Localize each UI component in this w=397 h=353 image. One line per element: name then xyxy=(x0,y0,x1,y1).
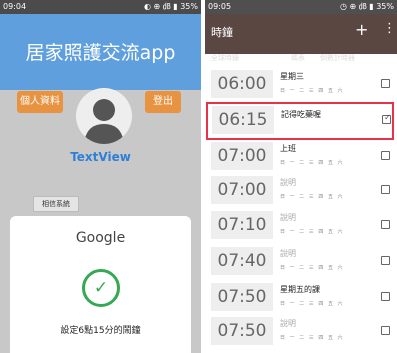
status-icons: ◐ ⊕ ㏈ ▮ 35% xyxy=(143,2,198,11)
avatar xyxy=(76,88,132,144)
tab-stopwatch[interactable]: 碼表 xyxy=(291,53,305,63)
alarm-label: 說明 xyxy=(280,319,296,328)
alarm-checkbox-checked[interactable]: ✓ xyxy=(382,113,391,124)
alarm-label: 說明 xyxy=(280,213,296,222)
alarm-label: 上班 xyxy=(280,144,296,153)
status-bar: 09:05 ◷ ⊕ ㏈ ▮ 35% xyxy=(205,0,397,14)
alarm-row[interactable]: 07:00 上班 日 一 二 三 四 五 六 xyxy=(205,138,397,176)
status-bar: 09:04 ◐ ⊕ ㏈ ▮ 35% xyxy=(0,0,201,14)
add-alarm-button[interactable]: + xyxy=(355,20,368,39)
alarm-time[interactable]: 07:50 xyxy=(211,283,273,311)
alarm-checkbox[interactable] xyxy=(381,292,390,301)
clock-toolbar: 時鐘 + ⋮ 全球時鐘 鬧鐘 碼表 倒數計時器 xyxy=(205,14,397,67)
alarm-time[interactable]: 07:40 xyxy=(211,247,273,275)
system-button[interactable]: 相信系統 xyxy=(33,196,79,212)
alarm-row[interactable]: 07:10 說明 日 一 二 三 四 五 六 xyxy=(205,207,397,245)
alarm-days: 日 一 二 三 四 五 六 xyxy=(280,229,345,235)
alarm-time[interactable]: 07:10 xyxy=(211,211,273,239)
alarm-checkbox[interactable] xyxy=(381,151,390,160)
alarm-time[interactable]: 06:15 xyxy=(212,106,274,134)
more-options-icon[interactable]: ⋮ xyxy=(383,21,396,36)
tab-alarm[interactable]: 鬧鐘 xyxy=(257,53,271,63)
alarm-label: 星期三 xyxy=(280,72,304,81)
alarm-row-highlighted[interactable]: 06:15 記得吃藥喔 ✓ xyxy=(206,102,394,140)
alarm-days: 日 一 二 三 四 五 六 xyxy=(280,88,345,94)
alarm-days: 日 一 二 三 四 五 六 xyxy=(280,194,345,200)
alarm-time[interactable]: 06:00 xyxy=(211,70,273,98)
alarm-row[interactable]: 07:40 說明 日 一 二 三 四 五 六 xyxy=(205,243,397,281)
app-title: 居家照護交流app xyxy=(25,42,176,64)
status-time: 09:04 xyxy=(3,2,27,11)
alarm-days: 日 一 二 三 四 五 六 xyxy=(280,301,345,307)
alarm-days: 日 一 二 三 四 五 六 xyxy=(280,265,345,271)
alarm-checkbox[interactable] xyxy=(381,185,390,194)
clock-app-screen: 09:05 ◷ ⊕ ㏈ ▮ 35% 時鐘 + ⋮ 全球時鐘 鬧鐘 碼表 倒數計時… xyxy=(205,0,397,353)
alarm-checkbox[interactable] xyxy=(381,79,390,88)
alarm-checkbox[interactable] xyxy=(381,220,390,229)
assistant-dialog: Google ✓ 設定6點15分的鬧鐘 xyxy=(10,216,191,353)
alarm-row[interactable]: 07:50 說明 日 一 二 三 四 五 六 xyxy=(205,313,397,351)
left-app-screen: 09:04 ◐ ⊕ ㏈ ▮ 35% 居家照護交流app 個人資料 登出 Text… xyxy=(0,0,201,353)
status-icons: ◷ ⊕ ㏈ ▮ 35% xyxy=(339,2,394,11)
alarm-label: 記得吃藥喔 xyxy=(281,110,321,119)
logout-button[interactable]: 登出 xyxy=(145,91,181,113)
dialog-message: 設定6點15分的鬧鐘 xyxy=(60,326,141,336)
alarm-label: 說明 xyxy=(280,249,296,258)
alarm-checkbox[interactable] xyxy=(381,326,390,335)
alarm-time[interactable]: 07:00 xyxy=(211,142,273,170)
alarm-label: 說明 xyxy=(280,178,296,187)
alarm-checkbox[interactable] xyxy=(381,256,390,265)
alarm-row[interactable]: 07:50 星期五的課 日 一 二 三 四 五 六 xyxy=(205,279,397,317)
check-icon: ✓ xyxy=(82,269,120,307)
alarm-row[interactable]: 07:00 說明 日 一 二 三 四 五 六 xyxy=(205,172,397,210)
google-brand: Google xyxy=(75,230,126,246)
profile-button[interactable]: 個人資料 xyxy=(17,91,63,113)
alarm-label: 星期五的課 xyxy=(280,285,320,294)
textview-label: TextView xyxy=(70,150,131,164)
tab-timer[interactable]: 倒數計時器 xyxy=(320,53,355,63)
alarm-days: 日 一 二 三 四 五 六 xyxy=(280,335,345,341)
alarm-time[interactable]: 07:50 xyxy=(211,317,273,345)
clock-title: 時鐘 xyxy=(211,26,233,39)
status-time: 09:05 xyxy=(208,2,232,11)
tab-world-clock[interactable]: 全球時鐘 xyxy=(211,53,239,63)
alarm-time[interactable]: 07:00 xyxy=(211,176,273,204)
alarm-days: 日 一 二 三 四 五 六 xyxy=(280,160,345,166)
alarm-row[interactable]: 06:00 星期三 日 一 二 三 四 五 六 xyxy=(205,66,397,104)
